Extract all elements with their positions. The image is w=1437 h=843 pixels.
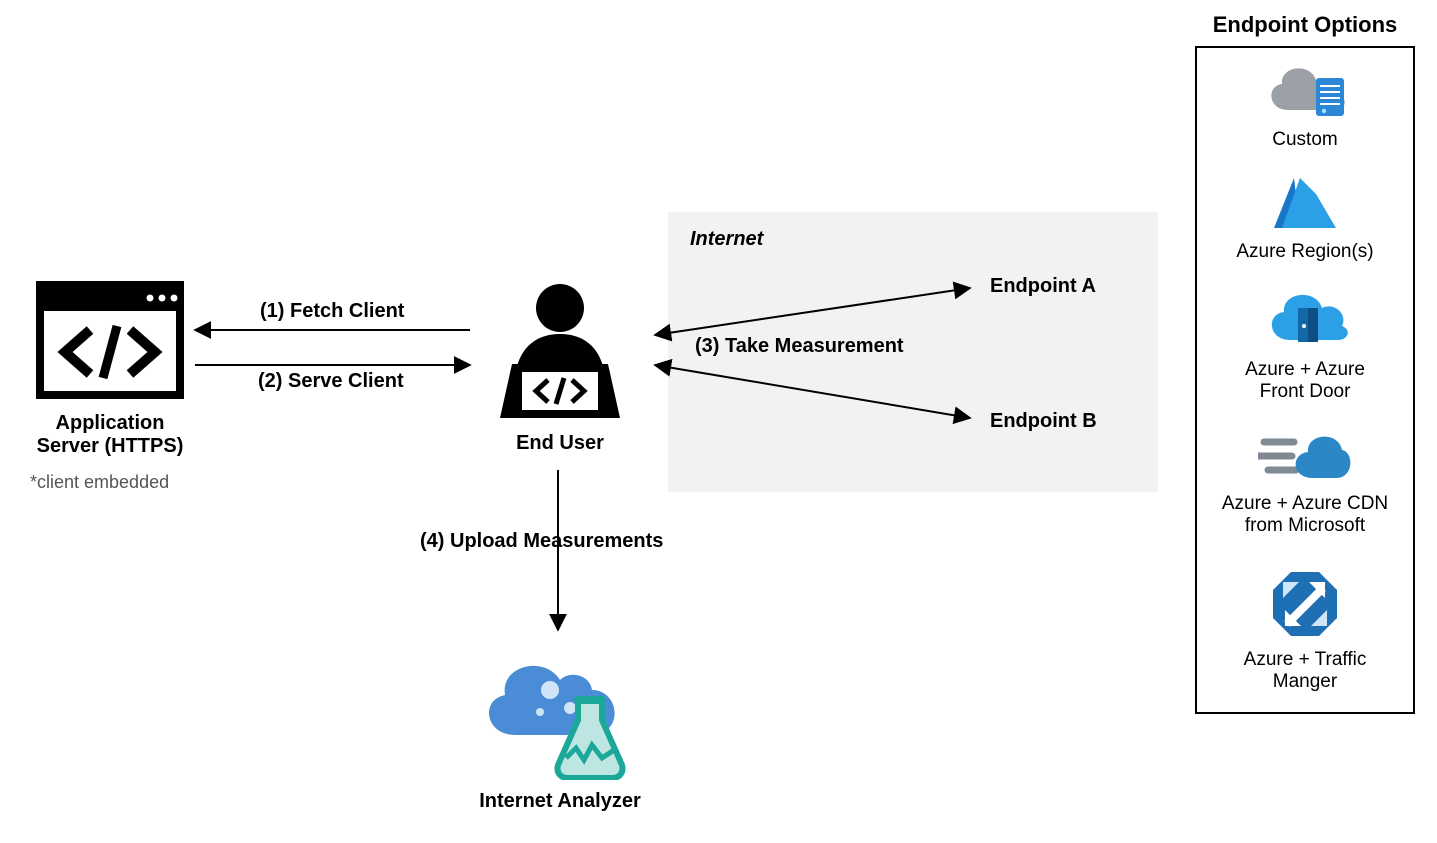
step-4-label: (4) Upload Measurements bbox=[420, 530, 663, 553]
endpoint-options-title: Endpoint Options bbox=[1195, 12, 1415, 38]
user-icon bbox=[490, 280, 630, 425]
cloud-server-icon bbox=[1260, 60, 1350, 120]
option-azure-region: Azure Region(s) bbox=[1197, 174, 1413, 263]
option-cdn: Azure + Azure CDN from Microsoft bbox=[1197, 428, 1413, 537]
option-custom-label: Custom bbox=[1197, 129, 1413, 151]
app-server-label: Application Server (HTTPS) bbox=[20, 412, 200, 458]
option-custom: Custom bbox=[1197, 60, 1413, 151]
option-front-door: Azure + Azure Front Door bbox=[1197, 288, 1413, 403]
end-user-label: End User bbox=[510, 432, 610, 455]
option-traffic-manager: Azure + Traffic Manger bbox=[1197, 568, 1413, 693]
endpoint-options-box: Custom Azure Region(s) Azure + Azure Fro… bbox=[1195, 46, 1415, 714]
internet-analyzer-label: Internet Analyzer bbox=[470, 790, 650, 813]
cloud-cdn-icon bbox=[1258, 428, 1352, 484]
step-1-label: (1) Fetch Client bbox=[260, 300, 404, 323]
step-3-label: (3) Take Measurement bbox=[695, 335, 904, 358]
option-cdn-label: Azure + Azure CDN from Microsoft bbox=[1197, 493, 1413, 537]
step-2-label: (2) Serve Client bbox=[258, 370, 404, 393]
code-window-icon bbox=[35, 280, 185, 400]
traffic-manager-icon bbox=[1269, 568, 1341, 640]
option-traffic-manager-label: Azure + Traffic Manger bbox=[1197, 649, 1413, 693]
option-front-door-label: Azure + Azure Front Door bbox=[1197, 359, 1413, 403]
option-azure-region-label: Azure Region(s) bbox=[1197, 241, 1413, 263]
app-server-note: *client embedded bbox=[30, 472, 169, 493]
cloud-door-icon bbox=[1260, 288, 1350, 350]
cloud-analyzer-icon bbox=[470, 640, 640, 780]
azure-icon bbox=[1270, 174, 1340, 232]
